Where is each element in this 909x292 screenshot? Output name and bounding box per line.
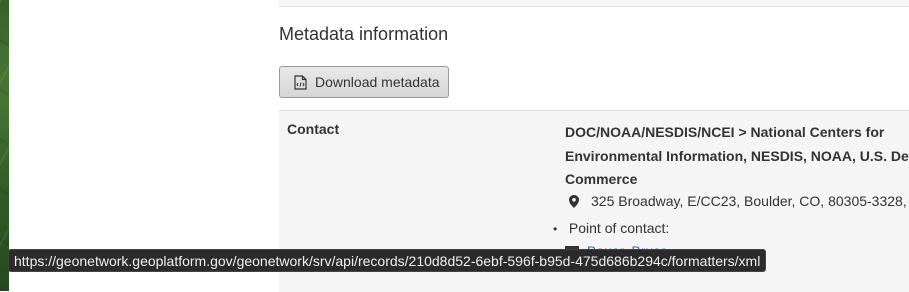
contact-address: 325 Broadway, E/CC23, Boulder, CO, 80305…	[565, 193, 909, 209]
section-title: Metadata information	[279, 24, 449, 44]
download-metadata-button[interactable]: Download metadata	[279, 66, 449, 98]
point-of-contact-item: • Point of contact:	[553, 220, 669, 236]
point-of-contact-label: Point of contact:	[568, 220, 670, 236]
contact-organization: DOC/NOAA/NESDIS/NCEI > National Centers …	[565, 124, 909, 187]
download-metadata-label: Download metadata	[315, 74, 440, 90]
content-panel: Metadata information Download metadata C…	[9, 0, 909, 292]
bullet-icon: •	[553, 222, 558, 236]
contact-label: Contact	[287, 121, 340, 137]
xml-file-icon	[294, 74, 307, 90]
previous-section-box	[279, 0, 909, 7]
contact-address-text: 325 Broadway, E/CC23, Boulder, CO, 80305…	[591, 193, 909, 209]
map-marker-icon	[569, 194, 579, 208]
browser-status-url: https://geonetwork.geoplatform.gov/geone…	[8, 249, 767, 272]
